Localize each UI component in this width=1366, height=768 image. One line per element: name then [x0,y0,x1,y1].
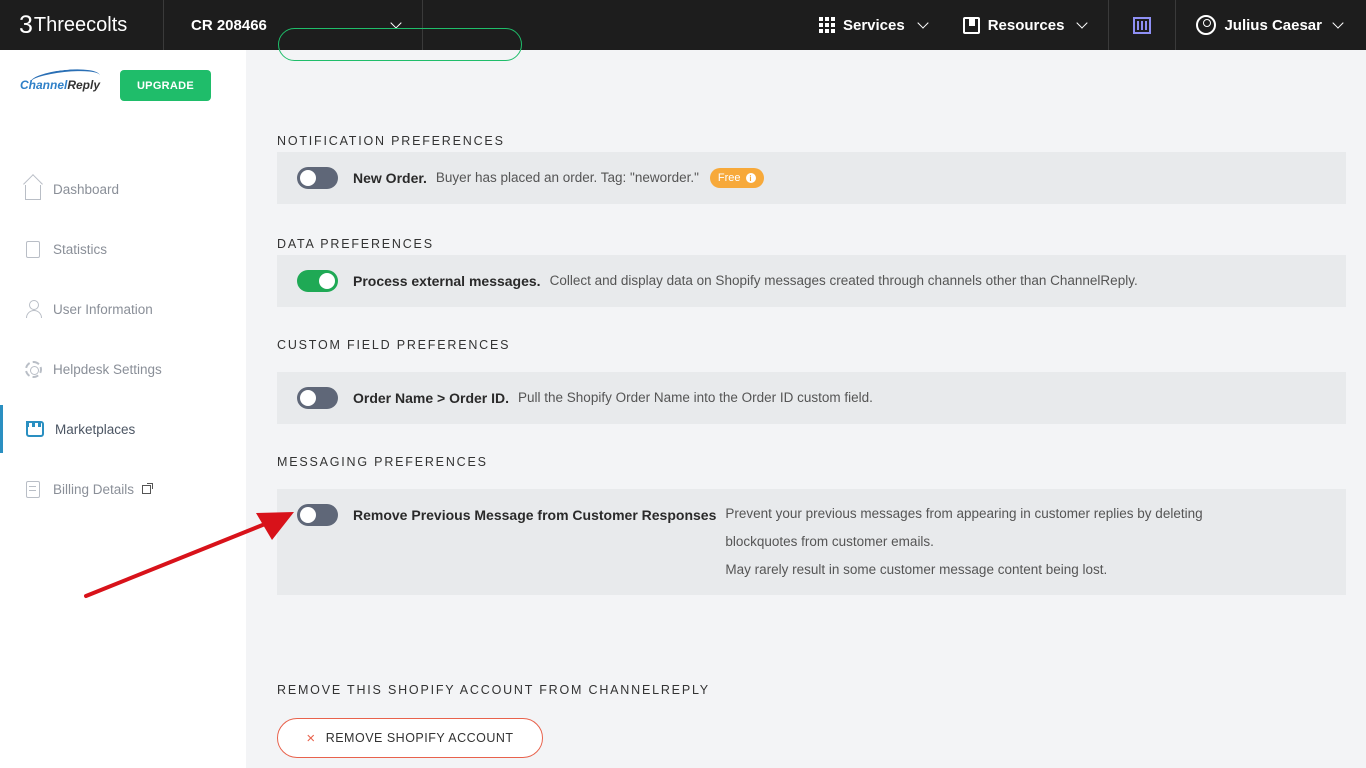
sidebar-item-statistics[interactable]: Statistics [0,225,246,273]
store-icon [25,419,45,439]
services-label: Services [842,16,905,34]
section-title-data: DATA PREFERENCES [277,237,434,251]
chevron-down-icon [1332,17,1344,29]
main-content: NOTIFICATION PREFERENCES New Order. Buye… [246,28,1366,768]
sidebar-item-helpdesk-settings[interactable]: Helpdesk Settings [0,345,246,393]
account-selector-label: CR 208466 [191,16,267,34]
pref-name: Remove Previous Message from Customer Re… [353,507,717,523]
pref-name: New Order. [353,170,427,186]
sidebar-item-label: Helpdesk Settings [53,361,162,377]
sidebar-item-billing-details[interactable]: Billing Details [0,465,246,513]
pref-row-new-order: New Order. Buyer has placed an order. Ta… [277,152,1346,204]
pref-name: Process external messages. [353,273,541,289]
pref-description: Collect and display data on Shopify mess… [549,273,1138,288]
chevron-down-icon [1076,17,1089,29]
partial-button[interactable] [278,28,522,61]
sidebar-item-label: Dashboard [53,181,120,197]
sidebar-item-label: Billing Details [53,481,135,497]
user-menu[interactable]: Julius Caesar [1176,0,1366,50]
resources-label: Resources [987,16,1065,34]
chevron-down-icon [917,17,929,29]
free-badge[interactable]: Free i [709,168,764,188]
pref-description-line: May rarely result in some customer messa… [725,562,1108,577]
sidebar-item-label: Statistics [53,241,108,257]
gear-icon [23,359,43,379]
pref-name: Order Name > Order ID. [353,390,510,406]
threecolts-logo[interactable]: 3 Threecolts [0,0,164,50]
top-bar: 3 Threecolts CR 208466 Services Resource… [0,0,1366,50]
threecolts-logo-text: Threecolts [33,13,128,36]
threecolts-logo-mark: 3 [19,10,33,39]
top-right-nav: Services Resources Julius Caesar [805,0,1366,50]
pref-description: Pull the Shopify Order Name into the Ord… [518,390,873,405]
pref-description: Prevent your previous messages from appe… [725,500,1202,584]
bookmark-icon [962,16,980,34]
toggle-new-order[interactable] [297,167,338,189]
section-title-custom-field: CUSTOM FIELD PREFERENCES [277,338,511,352]
toggle-remove-previous-message[interactable] [297,504,338,526]
sidebar-item-marketplaces[interactable]: Marketplaces [0,405,246,453]
building-icon [1133,16,1152,34]
pref-description-line: Prevent your previous messages from appe… [725,506,1203,521]
pref-row-process-external: Process external messages. Collect and d… [277,255,1346,307]
sidebar-item-user-information[interactable]: User Information [0,285,246,333]
remove-shopify-account-button[interactable]: × REMOVE SHOPIFY ACCOUNT [277,718,543,758]
pref-description: Buyer has placed an order. Tag: "neworde… [435,170,699,185]
clipboard-icon [23,239,43,259]
resources-menu[interactable]: Resources [949,0,1109,50]
pref-row-remove-previous-message: Remove Previous Message from Customer Re… [277,489,1346,595]
billing-icon [23,479,43,499]
toggle-process-external-messages[interactable] [297,270,338,292]
logo-text: ChannelReply [20,78,101,92]
section-title-notification: NOTIFICATION PREFERENCES [277,134,505,148]
free-badge-label: Free [717,172,741,184]
remove-button-label: REMOVE SHOPIFY ACCOUNT [325,731,514,745]
sidebar-item-label: User Information [53,301,153,317]
chevron-down-icon [390,17,402,29]
pref-row-order-name: Order Name > Order ID. Pull the Shopify … [277,372,1346,424]
section-title-messaging: MESSAGING PREFERENCES [277,455,488,469]
close-icon: × [306,729,316,747]
info-icon: i [745,173,756,183]
section-title-remove-account: REMOVE THIS SHOPIFY ACCOUNT FROM CHANNEL… [277,683,710,697]
grid-icon [818,17,835,33]
user-icon [23,299,43,319]
sidebar-item-label: Marketplaces [55,421,136,437]
sidebar-item-dashboard[interactable]: Dashboard [0,165,246,213]
toggle-order-name-order-id[interactable] [297,387,338,409]
services-menu[interactable]: Services [805,0,949,50]
channelreply-logo[interactable]: ChannelReply [20,66,101,104]
user-name: Julius Caesar [1224,16,1322,34]
external-link-icon [142,482,154,494]
pref-description-line: blockquotes from customer emails. [725,534,934,549]
sidebar: ChannelReply UPGRADE Dashboard Statistic… [0,50,246,768]
upgrade-button[interactable]: UPGRADE [120,70,211,101]
organization-button[interactable] [1108,0,1177,50]
home-icon [23,179,43,200]
user-circle-icon [1196,15,1217,35]
